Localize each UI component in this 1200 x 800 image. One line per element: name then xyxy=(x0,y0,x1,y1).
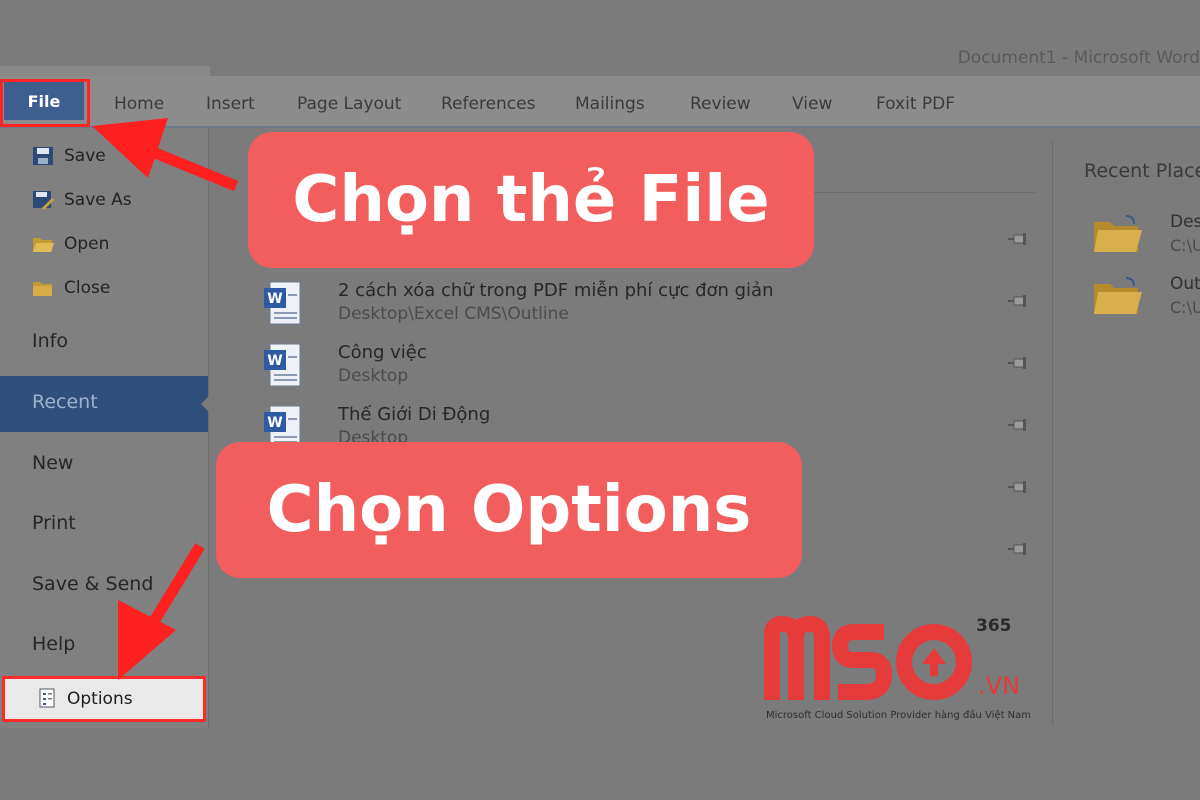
mso-logo: 365 .VN Microsoft Cloud Solution Provide… xyxy=(762,612,1042,732)
logo-domain: .VN xyxy=(978,672,1020,700)
callout-choose-file: Chọn thẻ File xyxy=(248,132,814,268)
arrow-to-options xyxy=(118,543,205,680)
arrow-to-file-tab xyxy=(92,118,239,192)
logo-superscript: 365 xyxy=(976,616,1012,636)
mso-logo-mark xyxy=(764,615,972,700)
word-backstage-screenshot: Document1 - Microsoft Word File Home Ins… xyxy=(0,0,1200,800)
logo-tagline: Microsoft Cloud Solution Provider hàng đ… xyxy=(766,710,1032,721)
callout-choose-options: Chọn Options xyxy=(216,442,802,578)
